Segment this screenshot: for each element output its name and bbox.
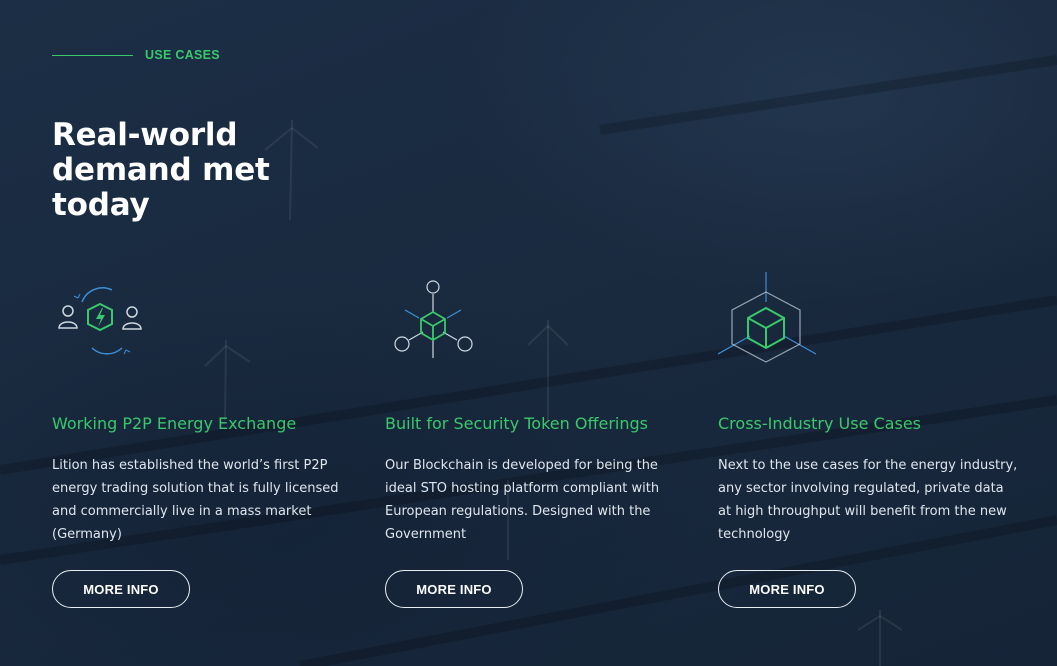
- card-title: Working P2P Energy Exchange: [52, 414, 297, 433]
- card-title: Cross-Industry Use Cases: [718, 414, 921, 433]
- more-info-button[interactable]: MORE INFO: [718, 570, 856, 608]
- card-title: Built for Security Token Offerings: [385, 414, 648, 433]
- cube-hexagon-icon: [717, 262, 838, 372]
- eyebrow-divider-line: [52, 54, 133, 56]
- section-eyebrow: USE CASES: [52, 48, 220, 62]
- section-headline: Real-world demand met today: [52, 117, 270, 223]
- more-info-button[interactable]: MORE INFO: [52, 570, 190, 608]
- card-description: Next to the use cases for the energy ind…: [718, 458, 1018, 542]
- card-description: Lition has established the world’s first…: [52, 458, 339, 542]
- use-cases-section: USE CASES Real-world demand met today Wo…: [0, 0, 1057, 666]
- more-info-button[interactable]: MORE INFO: [385, 570, 523, 608]
- card-description: Our Blockchain is developed for being th…: [385, 458, 660, 542]
- p2p-energy-exchange-icon: [52, 262, 172, 372]
- eyebrow-label: USE CASES: [145, 48, 220, 62]
- blockchain-network-icon: [385, 262, 505, 372]
